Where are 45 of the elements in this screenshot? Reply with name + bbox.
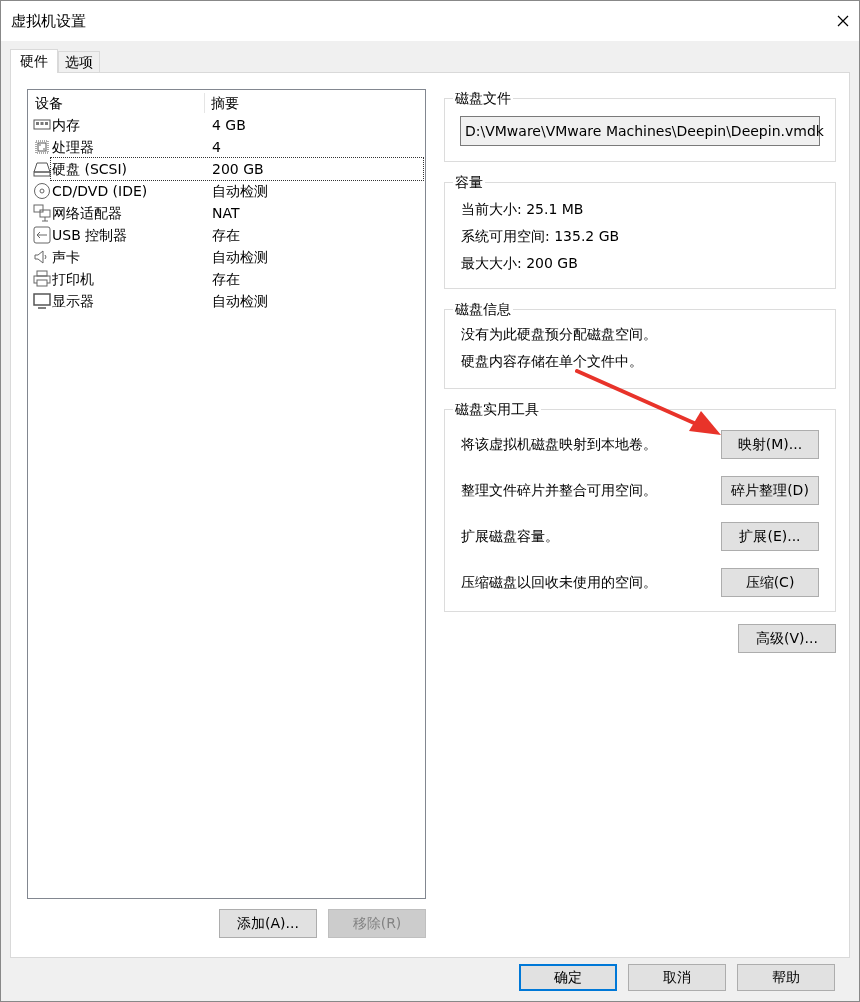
hard-drive-icon — [33, 160, 51, 178]
column-header[interactable]: 设备 — [28, 93, 205, 113]
list-row[interactable]: 硬盘 (SCSI) 200 GB — [51, 158, 423, 180]
utility-description: 压缩磁盘以回收未使用的空间。 — [461, 573, 657, 592]
utility-description: 扩展磁盘容量。 — [461, 527, 559, 546]
advanced-button[interactable]: 高级(V)... — [738, 624, 836, 653]
list-row[interactable]: 显示器 自动检测 — [51, 290, 423, 312]
utility-description: 将该虚拟机磁盘映射到本地卷。 — [461, 435, 657, 454]
dialog-button[interactable]: 帮助 — [737, 964, 835, 991]
utility-description: 整理文件碎片并整合可用空间。 — [461, 481, 657, 500]
window-title: 虚拟机设置 — [11, 10, 86, 32]
list-row[interactable]: 打印机 存在 — [51, 268, 423, 290]
close-icon[interactable] — [837, 15, 849, 27]
list-button[interactable]: 添加(A)... — [219, 909, 317, 938]
printer-icon — [33, 270, 51, 288]
column-header[interactable]: 摘要 — [205, 93, 239, 113]
capacity-text: 最大大小: 200 GB — [461, 254, 579, 273]
tab[interactable]: 硬件 — [10, 49, 58, 73]
list-row[interactable]: CD/DVD (IDE) 自动检测 — [51, 180, 423, 202]
dialog-button[interactable]: 取消 — [628, 964, 726, 991]
info-text: 没有为此硬盘预分配磁盘空间。 — [461, 325, 658, 344]
chip-icon — [33, 138, 51, 156]
list-row[interactable]: 内存 4 GB — [51, 114, 423, 136]
monitor-icon — [33, 292, 51, 310]
tab[interactable]: 选项 — [58, 51, 100, 72]
list-row[interactable]: 声卡 自动检测 — [51, 246, 423, 268]
list-row[interactable]: 处理器 4 — [51, 136, 423, 158]
usb-icon — [33, 226, 51, 244]
list-row[interactable]: 网络适配器 NAT — [51, 202, 423, 224]
list-button: 移除(R) — [328, 909, 426, 938]
capacity-text: 当前大小: 25.1 MB — [461, 200, 585, 219]
utility-button[interactable]: 碎片整理(D) — [721, 476, 819, 505]
list-row[interactable]: USB 控制器 存在 — [51, 224, 423, 246]
group-title: 容量 — [453, 173, 485, 191]
group-title: 磁盘信息 — [453, 300, 513, 318]
dialog-button[interactable]: 确定 — [519, 964, 617, 991]
group-title: 磁盘文件 — [453, 89, 513, 107]
disc-icon — [33, 182, 51, 200]
utility-button[interactable]: 扩展(E)... — [721, 522, 819, 551]
info-text: 硬盘内容存储在单个文件中。 — [461, 352, 644, 371]
group-title: 磁盘实用工具 — [453, 400, 541, 418]
network-icon — [33, 204, 51, 222]
utility-button[interactable]: 映射(M)... — [721, 430, 819, 459]
utility-button[interactable]: 压缩(C) — [721, 568, 819, 597]
capacity-text: 系统可用空间: 135.2 GB — [461, 227, 621, 246]
